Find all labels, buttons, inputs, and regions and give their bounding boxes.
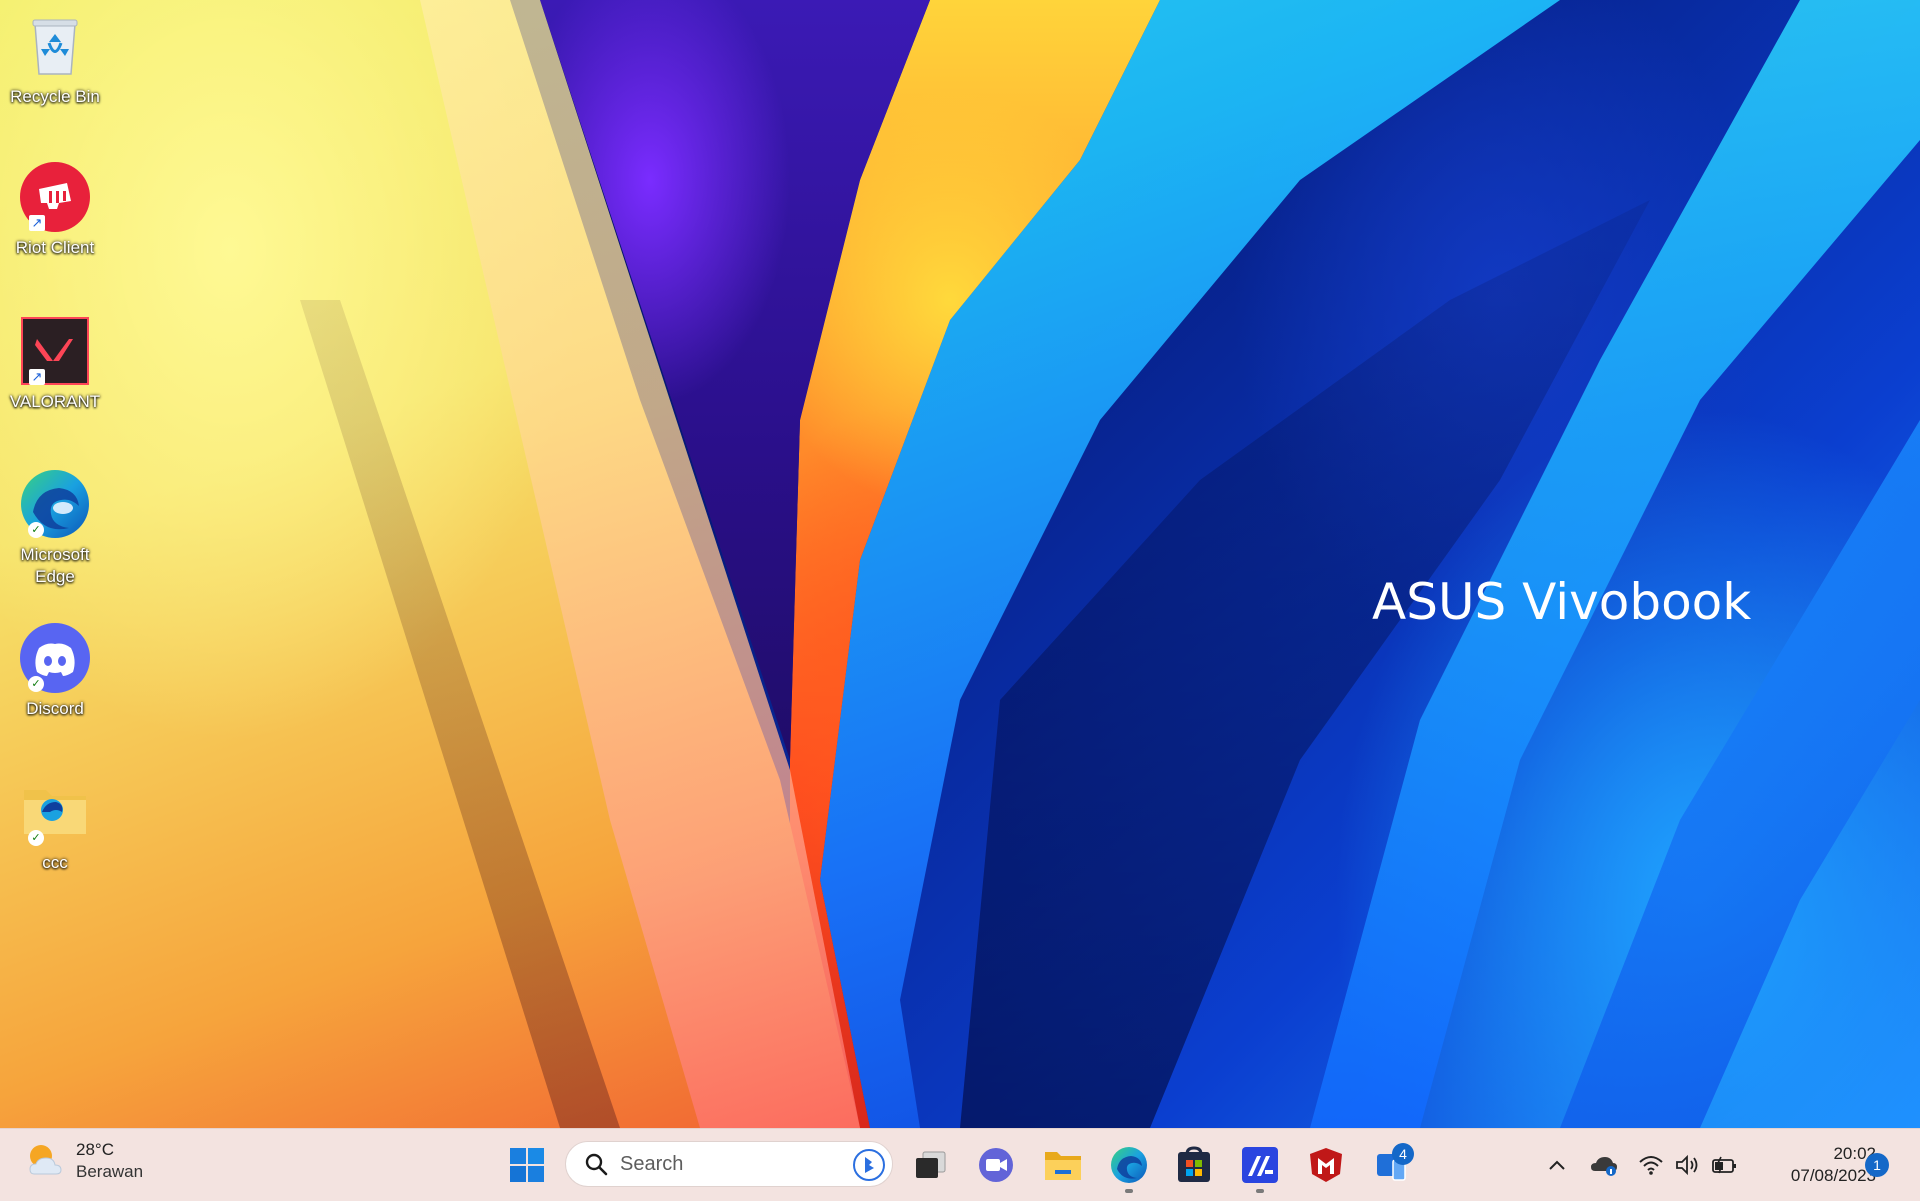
edge-icon [1111,1147,1147,1183]
desktop-icon-microsoft-edge[interactable]: ✓ Microsoft Edge [7,466,103,588]
start-button[interactable] [503,1141,551,1189]
desktop-icon-recycle-bin[interactable]: Recycle Bin [7,8,103,108]
file-explorer-icon [1045,1152,1081,1180]
mcafee-button[interactable] [1302,1141,1350,1189]
running-indicator [1125,1189,1133,1193]
notification-count-badge: 4 [1392,1143,1414,1165]
desktop-icon-ccc-folder[interactable]: ✓ ccc [7,774,103,874]
notification-center-badge[interactable]: 1 [1865,1153,1889,1177]
windows-start-icon [510,1148,544,1182]
desktop-icon-valorant[interactable]: ↗ VALORANT [7,313,103,413]
edge-icon: ✓ [17,466,93,542]
clock-time: 20:02 [1833,1144,1876,1163]
sync-check-icon: ✓ [28,676,44,692]
battery-icon [1712,1156,1736,1174]
search-icon [582,1150,610,1178]
weather-widget[interactable]: 28°C Berawan [24,1139,143,1183]
edge-taskbar-button[interactable] [1105,1141,1153,1193]
discord-icon: ✓ [17,620,93,696]
recycle-bin-icon [17,8,93,84]
microsoft-store-button[interactable] [1170,1141,1218,1189]
running-indicator [1256,1189,1264,1193]
chevron-up-icon [1549,1160,1565,1170]
onedrive-icon [1591,1157,1617,1176]
myasus-button[interactable] [1236,1141,1284,1193]
weather-condition: Berawan [76,1162,144,1181]
show-hidden-icons-button[interactable] [1541,1141,1573,1189]
desktop-icon-label: Recycle Bin [10,87,100,106]
brand-text: ASUS Vivobook [1372,573,1752,631]
weather-temperature: 28°C [76,1140,114,1159]
taskbar-search-box[interactable] [565,1141,893,1187]
shortcut-arrow-icon: ↗ [29,369,45,385]
task-view-button[interactable] [906,1141,954,1189]
desktop-icon-label: Riot Client [15,238,95,257]
myasus-icon [1242,1147,1278,1183]
volume-tray-button[interactable] [1670,1141,1704,1189]
sync-check-icon: ✓ [28,830,44,846]
desktop-wallpaper: ASUS Vivobook [0,0,1920,1128]
folder-icon: ✓ [17,774,93,850]
search-input[interactable] [618,1151,842,1177]
battery-tray-button[interactable] [1708,1141,1742,1189]
desktop-icon-label: Microsoft Edge [20,545,90,586]
bing-chat-icon[interactable] [852,1148,886,1182]
clock-date: 07/08/2023 [1790,1166,1876,1185]
teams-chat-button[interactable] [972,1141,1020,1189]
riot-client-icon: ↗ [17,159,93,235]
desktop-icon-label: VALORANT [9,392,101,411]
partly-cloudy-icon [24,1140,66,1182]
desktop-icon-riot-client[interactable]: ↗ Riot Client [7,159,103,259]
desktop-icon-label: Discord [26,699,84,718]
wifi-icon [1639,1156,1663,1175]
desktop-icon-discord[interactable]: ✓ Discord [7,620,103,720]
store-icon [1178,1146,1210,1182]
taskbar-clock[interactable]: 20:02 07/08/2023 [1752,1143,1876,1187]
wifi-tray-button[interactable] [1634,1141,1668,1189]
shortcut-arrow-icon: ↗ [29,215,45,231]
sync-check-icon: ✓ [28,522,44,538]
volume-icon [1676,1154,1698,1176]
desktop-icon-label: ccc [42,853,68,872]
teams-meet-icon [979,1148,1013,1182]
file-explorer-button[interactable] [1039,1141,1087,1189]
onedrive-tray-button[interactable] [1587,1141,1621,1189]
mcafee-icon [1310,1148,1342,1182]
taskbar: 28°C Berawan Search 4 20:02 07/08/2023 1 [0,1128,1920,1201]
phone-link-button[interactable]: 4 [1368,1141,1416,1189]
task-view-icon [916,1151,946,1178]
valorant-icon: ↗ [17,313,93,389]
